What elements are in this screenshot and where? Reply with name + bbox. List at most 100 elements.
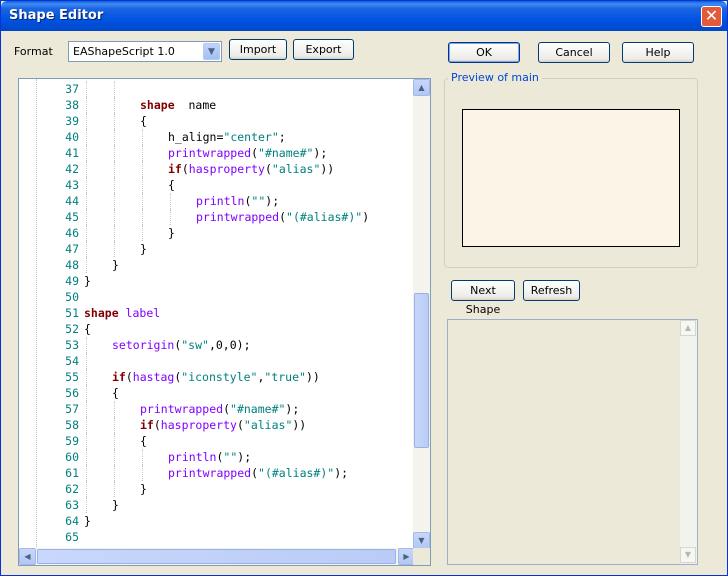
code-text: println(""); [168,449,251,465]
code-token: if [168,162,182,176]
refresh-button[interactable]: Refresh [523,280,580,301]
code-token: "" [223,450,238,464]
code-token: "#name#" [230,402,286,416]
line-number: 65 [65,530,79,544]
code-token: ,0,0); [208,338,251,352]
horizontal-scrollbar[interactable]: ◀ ▶ [19,548,415,565]
indent-guide [86,257,87,273]
code-token: ( [125,370,133,384]
indent-guide [86,81,87,97]
indent-guide [142,129,143,145]
code-token: ); [237,450,252,464]
code-text: setorigin("sw",0,0); [112,337,251,353]
line-number: 55 [65,370,79,384]
line-number: 40 [65,130,79,144]
code-token: if [140,418,154,432]
next-shape-button[interactable]: Next Shape [451,280,515,316]
vertical-scrollbar[interactable]: ▲ ▼ [413,79,430,549]
preview-group-label: Preview of main [448,71,542,84]
shape-list-scrollbar[interactable]: ▲ ▼ [680,320,697,564]
shape-list[interactable]: ▲ ▼ [447,319,698,565]
indent-guide [142,193,143,209]
code-line: 49} [19,273,415,289]
help-button[interactable]: Help [622,42,694,63]
indent-guide [142,225,143,241]
code-token: "alias" [243,418,293,432]
import-button[interactable]: Import [229,39,287,60]
scroll-up-arrow-icon[interactable]: ▲ [413,79,430,96]
line-number: 56 [65,386,79,400]
close-button[interactable]: ✕ [701,6,722,27]
code-token: printwrapped [196,210,280,224]
code-line: 55 if(hastag("iconstyle","true")) [19,369,415,385]
code-line: 39 { [19,113,415,129]
scroll-left-arrow-icon[interactable]: ◀ [19,548,36,565]
code-token: "iconstyle" [181,370,258,384]
code-token: { [140,434,147,448]
code-token: )) [292,418,307,432]
code-text: } [140,481,147,497]
code-line: 38 shape name [19,97,415,113]
code-line: 59 { [19,433,415,449]
indent-guide [86,369,87,385]
line-number: 41 [65,146,79,160]
chevron-down-icon[interactable]: ▼ [203,43,220,60]
code-text: } [168,225,175,241]
indent-guide [86,385,87,401]
line-number: 46 [65,226,79,240]
ok-button[interactable]: OK [448,42,520,63]
format-select[interactable]: EAShapeScript 1.0 ▼ [68,41,222,62]
scroll-up-arrow-icon[interactable]: ▲ [680,320,696,336]
line-number: 50 [65,290,79,304]
scroll-down-arrow-icon[interactable]: ▼ [413,532,430,549]
code-token: } [140,482,147,496]
indent-guide [114,145,115,161]
indent-guide [86,465,87,481]
code-text: { [168,177,175,193]
code-area[interactable]: 37 38 shape name 39 {40 h_align="center"; 41 pr… [19,81,415,549]
line-number: 43 [65,178,79,192]
horizontal-scroll-thumb[interactable] [37,549,396,564]
code-token: ( [264,162,272,176]
indent-guide [86,353,87,369]
code-token: "" [251,194,266,208]
code-line: 60 println(""); [19,449,415,465]
code-line: 58 if(hasproperty("alias")) [19,417,415,433]
code-token: )) [320,162,335,176]
code-token: println [168,450,217,464]
title-bar[interactable]: Shape Editor ✕ [1,1,727,31]
vertical-scroll-thumb[interactable] [414,293,429,448]
code-line: 47} [19,241,415,257]
code-line: 40 h_align="center"; [19,129,415,145]
code-token: { [84,322,91,336]
line-number: 51 [65,306,79,320]
code-token: } [112,258,119,272]
line-number: 59 [65,434,79,448]
line-number: 53 [65,338,79,352]
indent-guide [86,497,87,513]
code-token: ( [251,146,259,160]
line-number: 47 [65,242,79,256]
cancel-button[interactable]: Cancel [538,42,610,63]
scroll-down-arrow-icon[interactable]: ▼ [680,547,696,563]
export-button[interactable]: Export [293,39,354,60]
indent-guide [114,113,115,129]
indent-guide [86,417,87,433]
code-line: 54 [19,353,415,369]
scrollbar-corner [413,548,430,565]
code-line: 48} [19,257,415,273]
indent-guide [86,241,87,257]
indent-guide [114,225,115,241]
code-text: } [112,257,119,273]
line-number: 45 [65,210,79,224]
line-number: 63 [65,498,79,512]
code-text: if(hasproperty("alias")) [140,417,306,433]
indent-guide [86,209,87,225]
code-token: hasproperty [188,162,265,176]
indent-guide [114,81,115,97]
code-line: 43 { [19,177,415,193]
indent-guide [86,433,87,449]
script-editor[interactable]: 37 38 shape name 39 {40 h_align="center"; 41 pr… [18,78,431,566]
code-token: ); [285,402,300,416]
code-token: ); [313,146,328,160]
